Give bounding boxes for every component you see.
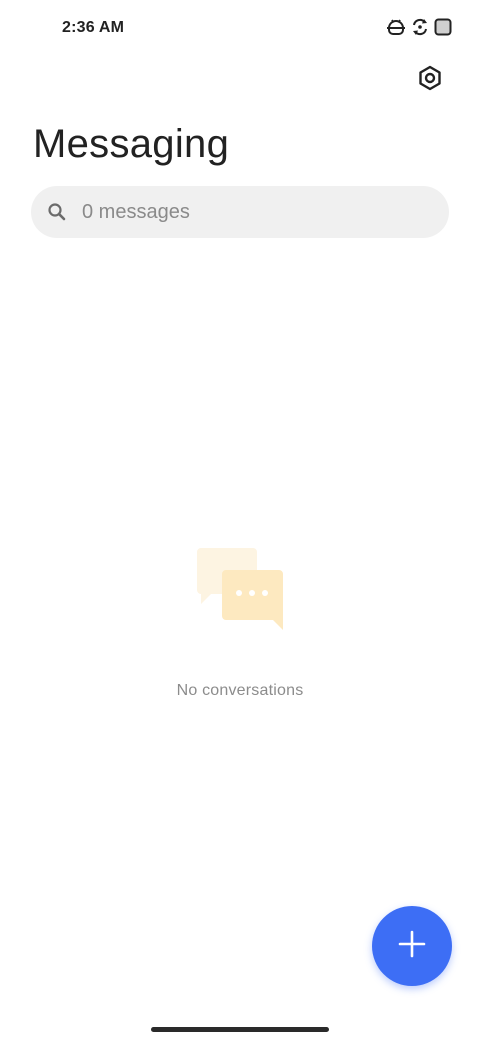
status-icons [386,17,452,37]
status-bar: 2:36 AM [0,0,480,56]
battery-saver-icon [434,17,452,37]
home-indicator[interactable] [151,1027,329,1032]
plus-icon [398,930,426,963]
sync-icon [410,17,430,37]
android-debug-icon [386,17,406,37]
settings-button[interactable] [414,64,446,96]
new-conversation-button[interactable] [372,906,452,986]
search-input[interactable] [82,200,402,224]
empty-state-text: No conversations [176,682,304,699]
search-icon [47,202,67,222]
chat-bubbles-icon [195,546,287,630]
search-bar[interactable] [31,186,449,238]
page-title: Messaging [33,122,230,166]
settings-icon [417,65,443,96]
status-time: 2:36 AM [62,19,125,36]
